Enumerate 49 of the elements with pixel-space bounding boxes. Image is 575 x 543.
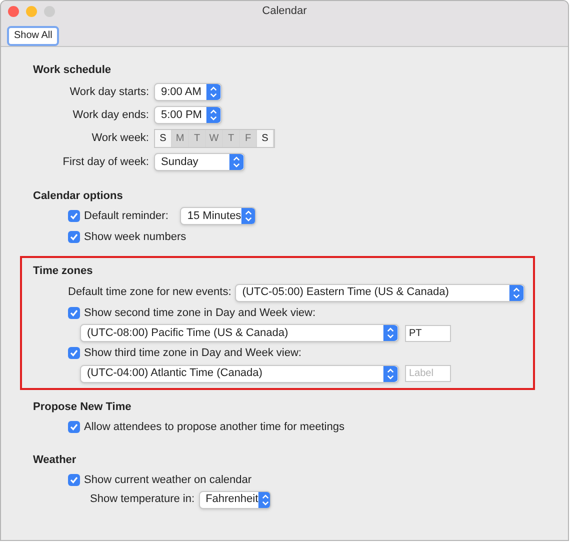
popup-button[interactable]: 5:00 PM (154, 106, 222, 124)
weekday-toggle[interactable]: S (155, 130, 172, 147)
popup-button[interactable]: (UTC-05:00) Eastern Time (US & Canada) (235, 284, 525, 302)
close-icon[interactable] (8, 6, 19, 16)
label-field[interactable]: PT (405, 324, 451, 342)
checkbox[interactable] (68, 306, 80, 319)
checkbox-label: Show week numbers (84, 230, 186, 245)
stepper-icon (258, 492, 270, 508)
weekday-toggle[interactable]: M (172, 130, 189, 147)
stepper-icon (206, 84, 221, 100)
checkbox-label: Show third time zone in Day and Week view: (84, 346, 302, 361)
field-label: Default time zone for new events: (68, 285, 232, 300)
field-label: First day of week: (62, 154, 149, 170)
stepper-icon (206, 107, 221, 123)
label-field[interactable]: Label (405, 365, 451, 382)
popup-button[interactable]: Sunday (154, 153, 245, 171)
weekday-toggle[interactable]: T (223, 130, 240, 147)
weekday-toggle[interactable]: T (189, 130, 206, 147)
section-heading: Calendar options (33, 189, 124, 203)
checkbox-label: Allow attendees to propose another time for meetings (84, 420, 344, 434)
stepper-icon (241, 208, 256, 224)
section-heading: Work schedule (33, 63, 112, 77)
section-heading: Propose New Time (33, 400, 132, 414)
checkbox[interactable] (68, 231, 80, 244)
popup-button[interactable]: Fahrenheit (198, 490, 271, 508)
field-label: Work day starts: (68, 84, 149, 100)
weekday-toggle[interactable]: S (257, 130, 274, 147)
field-label: Work day ends: (72, 108, 149, 123)
popup-button[interactable]: 15 Minutes (180, 207, 256, 225)
checkbox-label: Show current weather on calendar (84, 473, 252, 488)
popup-button[interactable]: (UTC-08:00) Pacific Time (US & Canada) (80, 324, 399, 342)
checkbox[interactable] (68, 210, 80, 222)
section-heading: Time zones (33, 264, 94, 278)
stepper-icon (229, 154, 244, 170)
checkbox[interactable] (68, 474, 80, 486)
stepper-icon (509, 284, 524, 300)
popup-button[interactable]: 9:00 AM (154, 83, 222, 101)
checkbox[interactable] (68, 347, 80, 360)
checkbox-label: Default reminder: (84, 208, 168, 224)
field-label: Work week: (90, 131, 149, 146)
window-title: Calendar (262, 4, 307, 19)
show-all-button[interactable]: Show All (7, 26, 60, 46)
section-heading: Weather (33, 453, 78, 467)
stepper-icon (383, 325, 398, 341)
checkbox[interactable] (68, 420, 80, 433)
checkbox-label: Show second time zone in Day and Week view: (84, 306, 316, 320)
field-label: Show temperature in: (90, 492, 195, 508)
stepper-icon (383, 366, 398, 382)
popup-button[interactable]: (UTC-04:00) Atlantic Time (Canada) (80, 364, 399, 382)
